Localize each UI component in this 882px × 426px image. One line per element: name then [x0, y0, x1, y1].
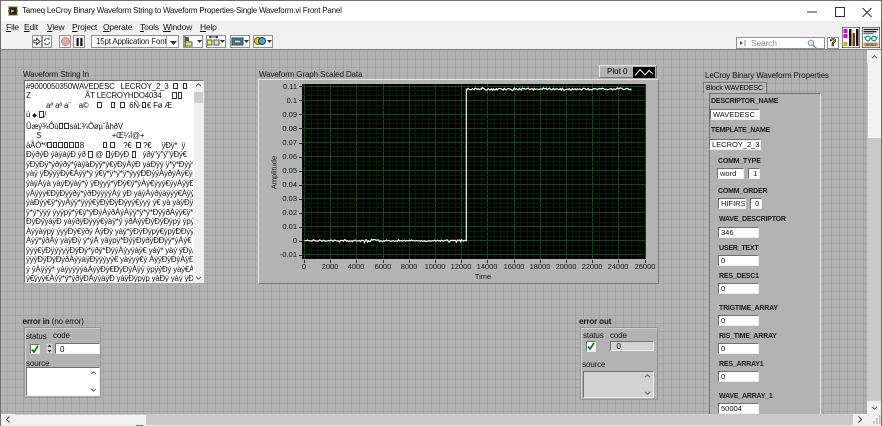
- svg-text:DESO: DESO: [865, 43, 876, 47]
